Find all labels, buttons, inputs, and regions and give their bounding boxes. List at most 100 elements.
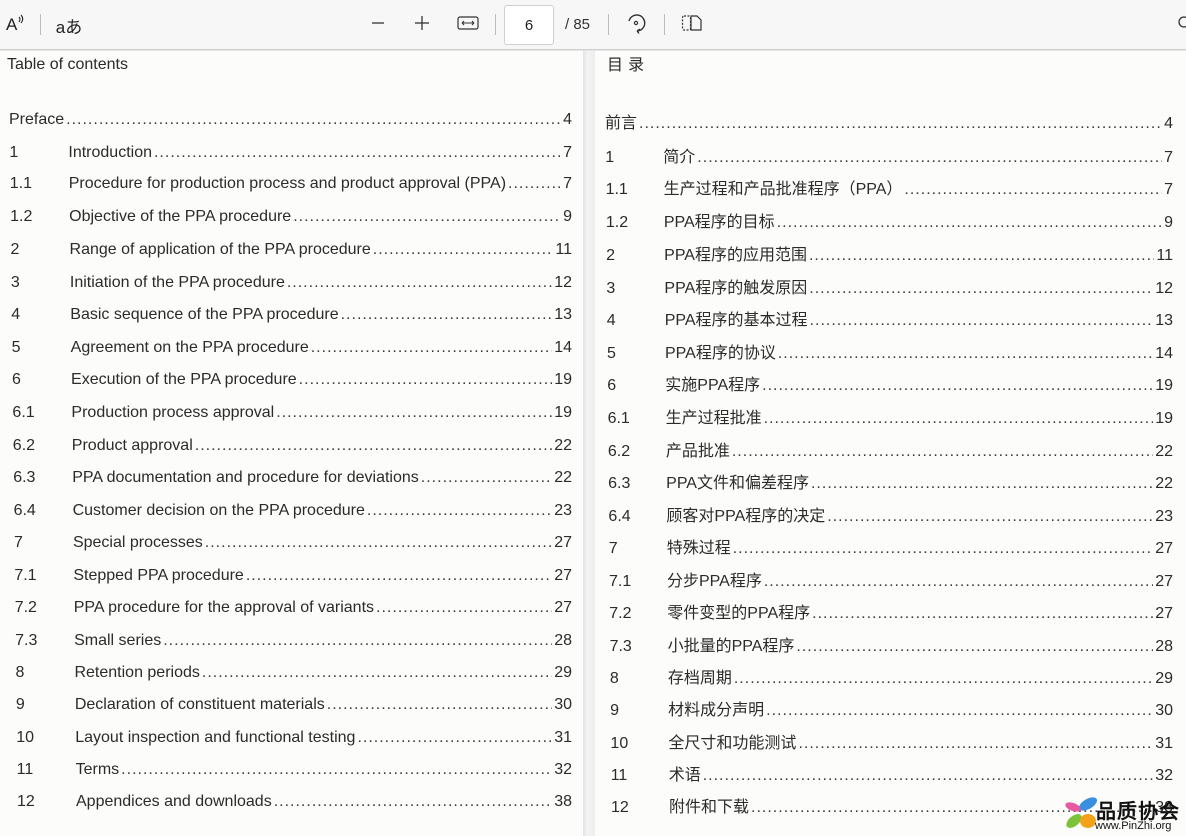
toc-entry[interactable]: 11 术语 32 — [611, 761, 1173, 785]
toc-leader-dots — [66, 111, 561, 129]
toc-entry[interactable]: 4 Basic sequence of the PPA procedure 13 — [11, 306, 572, 324]
toc-entry[interactable]: 1 简介 7 — [605, 143, 1173, 167]
toc-entry[interactable]: 6.1 生产过程批准 19 — [608, 404, 1173, 428]
toc-entry[interactable]: 6.4 顾客对PPA程序的决定 23 — [608, 502, 1173, 526]
toc-entry-page: 27 — [554, 599, 572, 616]
toc-entry-page: 23 — [1155, 508, 1173, 525]
toc-entry[interactable]: 7 特殊过程 27 — [609, 534, 1173, 558]
toc-entry[interactable]: 6 Execution of the PPA procedure 19 — [12, 371, 572, 389]
toc-entry-page: 27 — [554, 567, 572, 584]
fit-to-width-button[interactable] — [454, 0, 482, 50]
toc-entry-page: 29 — [554, 664, 572, 681]
toc-entry-page: 30 — [554, 696, 572, 713]
toc-leader-dots — [639, 115, 1162, 133]
read-aloud-button[interactable]: A — [0, 0, 32, 50]
toc-entry[interactable]: 2 Range of application of the PPA procedu… — [11, 241, 572, 259]
toc-entry-page: 23 — [554, 502, 572, 519]
toc-entry-number: 12 — [17, 793, 35, 810]
zoom-out-button[interactable] — [364, 0, 392, 50]
toc-entry[interactable]: 7.2 PPA procedure for the approval of var… — [15, 599, 572, 617]
toc-entry[interactable]: 2 PPA程序的应用范围 11 — [606, 241, 1173, 265]
toc-entry-number: 7.3 — [15, 632, 38, 649]
toc-entry-number: 9 — [15, 696, 25, 713]
toc-leader-dots — [341, 306, 553, 324]
toc-entry[interactable]: 4 PPA程序的基本过程 13 — [607, 306, 1173, 330]
toc-entry-title: Introduction — [68, 144, 152, 161]
toc-entry[interactable]: 6.4 Customer decision on the PPA procedur… — [14, 502, 572, 520]
text-options-button[interactable]: aあ — [52, 0, 86, 50]
toc-entry-number: 6.1 — [12, 404, 35, 421]
toc-entry[interactable]: 6.2 Product approval 22 — [13, 437, 572, 455]
toc-entry[interactable]: 3 PPA程序的触发原因 12 — [606, 274, 1173, 298]
toc-entry-page: 22 — [1155, 475, 1173, 492]
toc-entry-title: 小批量的PPA程序 — [667, 638, 795, 655]
toc-entry-page: 12 — [1155, 280, 1173, 297]
toc-leader-dots — [732, 443, 1153, 461]
toc-entry-number: 3 — [10, 274, 20, 291]
toc-entry[interactable]: 7 Special processes 27 — [14, 534, 572, 552]
toc-leader-dots — [246, 567, 552, 585]
toc-entry[interactable]: 8 存档周期 29 — [610, 664, 1173, 688]
toc-entry[interactable]: 7.1 Stepped PPA procedure 27 — [14, 567, 572, 585]
toc-entry-title: Production process approval — [71, 404, 275, 421]
toc-entry[interactable]: 6.2 产品批准 22 — [608, 437, 1173, 461]
toc-entry[interactable]: 6.3 PPA文件和偏差程序 22 — [608, 469, 1173, 493]
toc-entry[interactable]: 10 Layout inspection and functional testi… — [16, 729, 572, 747]
toc-entry[interactable]: 12 Appendices and downloads 38 — [17, 793, 572, 811]
page-number-input[interactable] — [504, 5, 554, 45]
toc-entry-title: Range of application of the PPA procedur… — [69, 241, 371, 258]
toc-entry[interactable]: 6 实施PPA程序 19 — [607, 371, 1173, 395]
toc-entry-page: 38 — [554, 793, 572, 810]
zoom-in-button[interactable] — [408, 0, 436, 50]
toc-leader-dots — [293, 208, 561, 226]
toc-entry-title: PPA程序的目标 — [663, 214, 775, 231]
toc-leader-dots — [376, 599, 552, 617]
toc-entry[interactable]: 7.3 小批量的PPA程序 28 — [610, 632, 1173, 656]
toc-entry-title: 零件变型的PPA程序 — [667, 605, 811, 622]
toc-entry[interactable]: 6.3 PPA documentation and procedure for d… — [13, 469, 572, 487]
toc-entry[interactable]: 6.1 Production process approval 19 — [12, 404, 572, 422]
toc-entry[interactable]: 7.3 Small series 28 — [15, 632, 572, 650]
page-view-button[interactable] — [678, 0, 706, 50]
toc-entry-title: 存档周期 — [667, 670, 732, 687]
toc-entry[interactable]: 7.2 零件变型的PPA程序 27 — [609, 599, 1173, 623]
toc-entry-number: 10 — [610, 735, 629, 752]
search-button[interactable] — [1176, 0, 1186, 50]
toc-entry[interactable]: 8 Retention periods 29 — [15, 664, 572, 682]
rotate-button[interactable] — [622, 0, 650, 50]
toc-leader-dots — [357, 729, 552, 747]
toc-entry[interactable]: 5 PPA程序的协议 14 — [607, 339, 1173, 363]
toc-entry[interactable]: 1.1 生产过程和产品批准程序（PPA） 7 — [606, 175, 1173, 199]
toc-entry[interactable]: 9 Declaration of constituent materials 30 — [16, 696, 572, 714]
toc-entry[interactable]: 1.1 Procedure for production process and … — [10, 175, 572, 193]
toc-entry[interactable]: 前言 4 — [605, 109, 1173, 133]
toc-entry-number: 7 — [13, 534, 23, 551]
toc-entry[interactable]: 1.2 PPA程序的目标 9 — [606, 208, 1173, 232]
toc-leader-dots — [827, 508, 1153, 526]
toc-entry[interactable]: Preface 4 — [9, 111, 572, 129]
toc-entry-number: 7.1 — [14, 567, 37, 584]
toc-entry-page: 11 — [555, 241, 572, 258]
toc-entry[interactable]: 11 Terms 32 — [17, 761, 572, 779]
toc-entry[interactable]: 10 全尺寸和功能测试 31 — [610, 729, 1173, 753]
toc-entry-title: Agreement on the PPA procedure — [70, 339, 309, 356]
toc-entry[interactable]: 9 材料成分声明 30 — [610, 696, 1173, 720]
toc-leader-dots — [421, 469, 552, 487]
toc-entry-page: 12 — [554, 274, 572, 291]
toc-entry-number: 7.3 — [609, 638, 632, 655]
toc-entry[interactable]: 7.1 分步PPA程序 27 — [609, 567, 1173, 591]
pdf-page-right: 目 录 前言 4 1 简介 7 1.1 生产过程和产品批准程序（PPA） 7 1.2 PPA程序的… — [595, 51, 1186, 836]
toc-entry-title: Product approval — [71, 437, 193, 454]
toc-entry[interactable]: 1 Introduction 7 — [9, 144, 572, 162]
toc-entry-title: 材料成分声明 — [668, 702, 765, 719]
toc-entry-number: 2 — [10, 241, 20, 258]
toc-entry[interactable]: 5 Agreement on the PPA procedure 14 — [12, 339, 572, 357]
toc-entry-title: Customer decision on the PPA procedure — [72, 502, 365, 519]
toc-leader-dots — [733, 540, 1153, 558]
toc-entry-page: 13 — [554, 306, 572, 323]
toc-entry[interactable]: 3 Initiation of the PPA procedure 12 — [11, 274, 572, 292]
zoom-in-icon — [414, 15, 430, 36]
pdf-toolbar: A aあ / 85 — [0, 0, 1186, 50]
toc-entry-title: 特殊过程 — [666, 540, 731, 557]
toc-entry[interactable]: 1.2 Objective of the PPA procedure 9 — [10, 208, 572, 226]
